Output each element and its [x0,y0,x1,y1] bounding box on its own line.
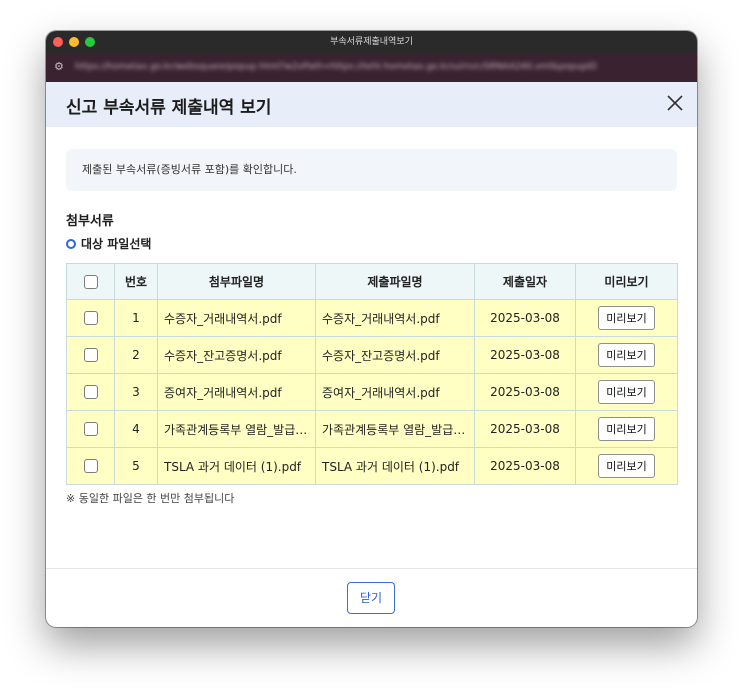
submission-date: 2025-03-08 [474,299,576,337]
submission-date: 2025-03-08 [474,373,576,411]
minimize-window-button[interactable] [69,37,79,47]
attached-file-name: 수증자_잔고증명서.pdf [157,336,316,374]
submitted-file-name: 증여자_거래내역서.pdf [315,373,475,411]
window-controls [53,37,95,47]
target-file-selection: 대상 파일선택 [66,235,151,252]
footer-divider [46,568,697,569]
row-number: 2 [114,336,158,374]
preview-cell: 미리보기 [575,299,678,337]
maximize-window-button[interactable] [85,37,95,47]
submission-date: 2025-03-08 [474,336,576,374]
column-header: 미리보기 [575,263,678,300]
column-header: 제출일자 [474,263,576,300]
screen: 부속서류제출내역보기 ⚙ https://hometax.go.kr/websq… [0,0,743,688]
attachment-table: 번호 첨부파일명 제출파일명 제출일자 미리보기 1 수증자_거래내역서.pdf… [66,263,678,485]
popup-window: 부속서류제출내역보기 ⚙ https://hometax.go.kr/websq… [46,31,697,627]
title-bar: 부속서류제출내역보기 [46,31,697,53]
table-header-row: 번호 첨부파일명 제출파일명 제출일자 미리보기 [66,263,678,300]
close-button[interactable]: 닫기 [347,582,395,614]
table-row: 4 가족관계등록부 열람_발급… 가족관계등록부 열람_발급… 2025-03-… [66,410,678,448]
footnote: ※ 동일한 파일은 한 번만 첨부됩니다 [66,492,235,505]
column-header: 제출파일명 [315,263,475,300]
preview-cell: 미리보기 [575,447,678,485]
row-select-cell [66,410,115,448]
attached-file-name: TSLA 과거 데이터 (1).pdf [157,447,316,485]
radio-bullet-icon [66,238,76,249]
url-bar[interactable]: ⚙ https://hometax.go.kr/websquare/popup.… [46,53,697,82]
preview-cell: 미리보기 [575,373,678,411]
table-row: 1 수증자_거래내역서.pdf 수증자_거래내역서.pdf 2025-03-08… [66,299,678,337]
submission-date: 2025-03-08 [474,410,576,448]
dialog-header: 신고 부속서류 제출내역 보기 [46,82,697,127]
preview-button[interactable]: 미리보기 [598,454,655,478]
dialog-title: 신고 부속서류 제출내역 보기 [66,98,272,118]
row-checkbox[interactable] [83,311,98,326]
notice-box: 제출된 부속서류(증빙서류 포함)를 확인합니다. [66,149,677,191]
column-header: 첨부파일명 [157,263,316,300]
row-checkbox[interactable] [83,385,98,400]
submitted-file-name: TSLA 과거 데이터 (1).pdf [315,447,475,485]
row-select-cell [66,299,115,337]
row-checkbox[interactable] [83,422,98,437]
table-row: 3 증여자_거래내역서.pdf 증여자_거래내역서.pdf 2025-03-08… [66,373,678,411]
preview-cell: 미리보기 [575,410,678,448]
row-select-cell [66,447,115,485]
attached-file-name: 가족관계등록부 열람_발급… [157,410,316,448]
attached-file-name: 수증자_거래내역서.pdf [157,299,316,337]
row-select-cell [66,336,115,374]
preview-button[interactable]: 미리보기 [598,343,655,367]
submitted-file-name: 수증자_거래내역서.pdf [315,299,475,337]
row-checkbox[interactable] [83,459,98,474]
preview-button[interactable]: 미리보기 [598,380,655,404]
table-row: 2 수증자_잔고증명서.pdf 수증자_잔고증명서.pdf 2025-03-08… [66,336,678,374]
url-text[interactable]: https://hometax.go.kr/websquare/popup.ht… [75,62,597,72]
site-settings-icon[interactable]: ⚙ [54,61,64,73]
select-all-cell [66,263,115,300]
close-window-button[interactable] [53,37,63,47]
window-title: 부속서류제출내역보기 [330,37,413,47]
attached-file-name: 증여자_거래내역서.pdf [157,373,316,411]
row-number: 5 [114,447,158,485]
submitted-file-name: 가족관계등록부 열람_발급… [315,410,475,448]
row-select-cell [66,373,115,411]
row-number: 1 [114,299,158,337]
close-icon[interactable] [665,93,685,113]
submitted-file-name: 수증자_잔고증명서.pdf [315,336,475,374]
preview-button[interactable]: 미리보기 [598,306,655,330]
column-header: 번호 [114,263,158,300]
row-checkbox[interactable] [83,348,98,363]
radio-label: 대상 파일선택 [81,237,152,251]
submission-date: 2025-03-08 [474,447,576,485]
row-number: 3 [114,373,158,411]
table-row: 5 TSLA 과거 데이터 (1).pdf TSLA 과거 데이터 (1).pd… [66,447,678,485]
select-all-checkbox[interactable] [83,274,98,289]
row-number: 4 [114,410,158,448]
preview-cell: 미리보기 [575,336,678,374]
section-title: 첨부서류 [66,214,114,229]
preview-button[interactable]: 미리보기 [598,417,655,441]
